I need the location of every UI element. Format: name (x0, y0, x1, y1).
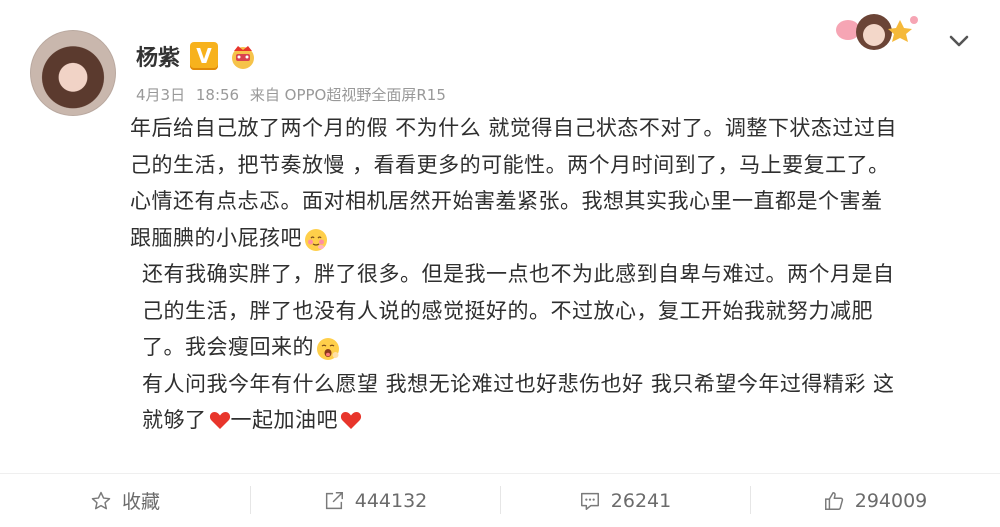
text-line: 心情还有点忐忑。面对相机居然开始害羞紧张。我想其实我心里一直都是个害羞 (130, 189, 883, 213)
chevron-down-icon[interactable] (946, 28, 972, 54)
star-icon (91, 491, 111, 509)
like-count: 294009 (854, 489, 928, 512)
avatar-sticker-decoration (830, 10, 922, 54)
comment-icon (580, 492, 599, 510)
text-line: 跟腼腆的小屁孩吧 (130, 225, 302, 250)
post-header: 杨紫 V 4月3日 18:56 来自 OPPO超视野全面屏R15 (136, 40, 452, 105)
post-content: 年后给自己放了两个月的假 不为什么 就觉得自己状态不对了。调整下状态过过自 己的… (130, 110, 975, 439)
repost-count: 444132 (354, 489, 428, 512)
text-line: 就够了 (142, 408, 207, 432)
username[interactable]: 杨紫 (136, 40, 180, 72)
action-bar: 收藏 444132 26241 294009 (0, 474, 1000, 527)
avatar[interactable] (30, 30, 116, 116)
like-button[interactable]: 294009 (750, 474, 1000, 527)
crown-badge-icon (228, 42, 258, 70)
comment-button[interactable]: 26241 (500, 474, 750, 527)
share-icon (325, 491, 343, 509)
paragraph-2: 还有我确实胖了，胖了很多。但是我一点也不为此感到自卑与难过。两个月是自 己的生活… (130, 256, 975, 366)
post-source[interactable]: 来自 OPPO超视野全面屏R15 (250, 86, 446, 104)
text-line: 有人问我今年有什么愿望 我想无论难过也好悲伤也好 我只希望今年过得精彩 这 (142, 371, 895, 396)
red-heart-emoji (340, 405, 362, 429)
name-row: 杨紫 V (136, 40, 452, 72)
blush-face-emoji (304, 227, 328, 251)
text-line: 了。我会瘦回来的 (142, 335, 314, 359)
text-line: 己的生活，胖了也没有人说的感觉挺好的。不过放心，复工开始我就努力减肥 (142, 298, 873, 323)
text-line: 年后给自己放了两个月的假 不为什么 就觉得自己状态不对了。调整下状态过过自 (130, 116, 897, 140)
post-meta: 4月3日 18:56 来自 OPPO超视野全面屏R15 (136, 84, 452, 105)
comment-count: 26241 (610, 489, 672, 512)
paragraph-1: 年后给自己放了两个月的假 不为什么 就觉得自己状态不对了。调整下状态过过自 己的… (130, 110, 975, 256)
text-line: 一起加油吧 (230, 408, 338, 432)
post-date: 4月3日 (136, 86, 186, 104)
favorite-button[interactable]: 收藏 (0, 474, 250, 527)
thumbs-up-icon (824, 491, 843, 510)
text-line: 己的生活，把节奏放慢 ，看看更多的可能性。两个月时间到了，马上要复工了。 (130, 152, 890, 177)
repost-button[interactable]: 444132 (250, 474, 500, 527)
post-time: 18:56 (195, 86, 240, 104)
verified-badge-icon: V (190, 42, 219, 70)
red-heart-emoji (209, 405, 231, 429)
yawning-face-emoji (316, 336, 340, 360)
favorite-label: 收藏 (121, 491, 160, 513)
text-line: 还有我确实胖了，胖了很多。但是我一点也不为此感到自卑与难过。两个月是自 (142, 262, 895, 286)
paragraph-3: 有人问我今年有什么愿望 我想无论难过也好悲伤也好 我只希望今年过得精彩 这 就够… (130, 366, 975, 439)
